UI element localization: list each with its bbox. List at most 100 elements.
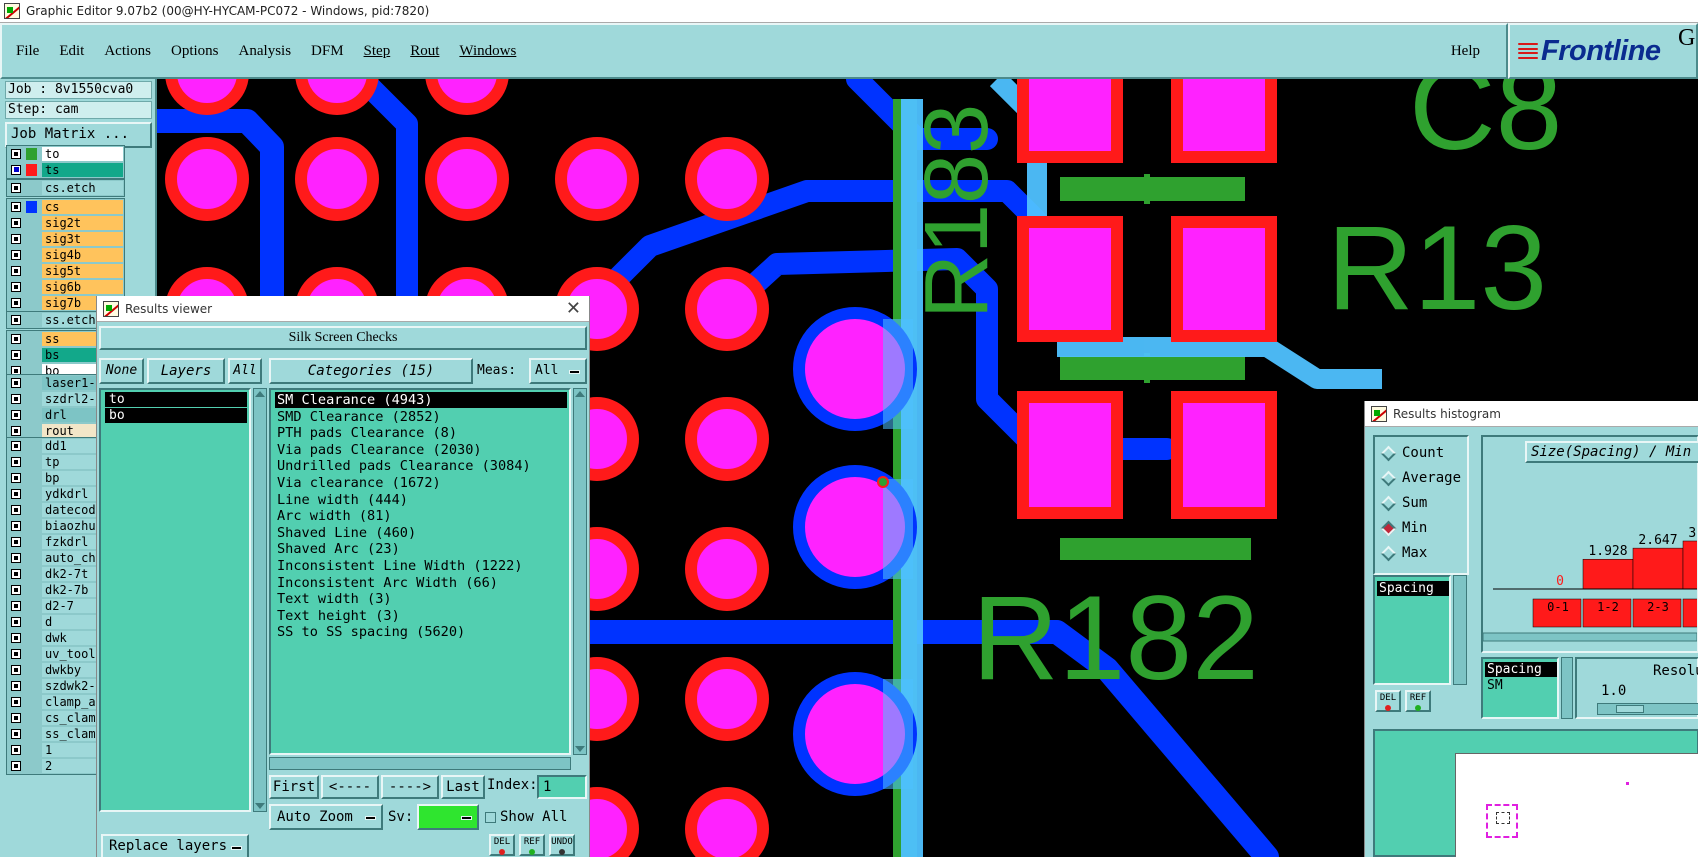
mini-map[interactable] — [1373, 729, 1698, 857]
menu-options[interactable]: Options — [161, 43, 229, 60]
all-layers-button[interactable]: All — [228, 358, 262, 384]
category-item[interactable]: Via pads Clearance (2030) — [275, 442, 567, 458]
categories-vscroll[interactable] — [573, 388, 587, 755]
category-item[interactable]: Text width (3) — [275, 591, 567, 607]
layer-checkbox[interactable] — [11, 282, 21, 292]
layer-name[interactable]: sig5t — [42, 264, 123, 278]
none-button[interactable]: None — [99, 358, 144, 384]
layer-checkbox[interactable] — [11, 378, 21, 388]
list-item[interactable]: Spacing — [1377, 581, 1449, 596]
category-item[interactable]: Via clearance (1672) — [275, 475, 567, 491]
first-button[interactable]: First — [269, 775, 319, 799]
list-item[interactable]: to — [105, 392, 247, 407]
layer-checkbox[interactable] — [11, 334, 21, 344]
menu-step[interactable]: Step — [354, 43, 401, 60]
layer-name[interactable]: sig2t — [42, 216, 123, 230]
histogram-bar[interactable] — [1682, 540, 1697, 590]
radio-icon[interactable] — [1380, 495, 1397, 511]
radio-icon[interactable] — [1380, 470, 1397, 486]
layers-button[interactable]: Layers — [147, 358, 225, 384]
mode-radio-min[interactable]: Min — [1380, 518, 1427, 538]
layer-checkbox[interactable] — [11, 426, 21, 436]
next-button[interactable]: ----> — [381, 775, 439, 799]
layer-checkbox[interactable] — [11, 183, 21, 193]
mode-radio-max[interactable]: Max — [1380, 543, 1427, 563]
layer-checkbox[interactable] — [11, 649, 21, 659]
layer-name[interactable]: sig3t — [42, 232, 123, 246]
slider-thumb[interactable] — [1616, 705, 1644, 713]
layer-checkbox[interactable] — [11, 394, 21, 404]
menu-file[interactable]: File — [2, 43, 49, 60]
layer-checkbox[interactable] — [11, 149, 21, 159]
refresh-button[interactable]: REF — [519, 834, 545, 856]
menu-edit[interactable]: Edit — [49, 43, 94, 60]
layer-checkbox[interactable] — [11, 234, 21, 244]
scroll-down-icon[interactable] — [575, 746, 585, 752]
list-item[interactable]: bo — [105, 408, 247, 423]
layer-name[interactable]: ts — [42, 163, 123, 177]
layer-checkbox[interactable] — [11, 350, 21, 360]
layer-checkbox[interactable] — [11, 521, 21, 531]
layer-row[interactable]: sig5t — [7, 263, 124, 279]
layer-checkbox[interactable] — [11, 410, 21, 420]
layer-checkbox[interactable] — [11, 441, 21, 451]
categories-list[interactable]: SM Clearance (4943) SMD Clearance (2852) P… — [269, 388, 571, 755]
layer-checkbox[interactable] — [11, 266, 21, 276]
layer-checkbox[interactable] — [11, 218, 21, 228]
resolution-list-scrollbar[interactable] — [1561, 657, 1573, 719]
severity-color-select[interactable] — [417, 804, 479, 830]
layer-row[interactable]: sig6b — [7, 279, 124, 295]
category-item[interactable]: Line width (444) — [275, 492, 567, 508]
categories-hscroll[interactable] — [269, 757, 571, 770]
layer-list-scrollbar[interactable] — [253, 388, 267, 812]
delete-button[interactable]: DEL — [489, 834, 515, 856]
category-item[interactable]: Inconsistent Arc Width (66) — [275, 575, 567, 591]
category-cell[interactable] — [1682, 598, 1697, 628]
radio-icon[interactable] — [1380, 520, 1397, 536]
category-item[interactable]: Inconsistent Line Width (1222) — [275, 558, 567, 574]
undo-button[interactable]: UNDO — [549, 834, 575, 856]
menu-rout[interactable]: Rout — [400, 43, 449, 60]
category-item[interactable]: Shaved Line (460) — [275, 525, 567, 541]
layer-checkbox[interactable] — [11, 713, 21, 723]
layer-name[interactable]: cs.etch — [42, 181, 123, 195]
list-item[interactable]: Spacing — [1485, 662, 1557, 677]
zoom-mode-select[interactable]: Auto Zoom — [269, 804, 383, 830]
histogram-title-bar[interactable]: Results histogram — [1365, 401, 1698, 427]
results-viewer-title-bar[interactable]: Results viewer ✕ — [97, 296, 589, 322]
category-item[interactable]: SMD Clearance (2852) — [275, 409, 567, 425]
layer-checkbox[interactable] — [11, 633, 21, 643]
last-button[interactable]: Last — [441, 775, 485, 799]
layer-name[interactable]: sig4b — [42, 248, 123, 262]
mode-radio-average[interactable]: Average — [1380, 468, 1461, 488]
layer-checkbox[interactable] — [11, 697, 21, 707]
layer-checkbox[interactable] — [11, 601, 21, 611]
radio-icon[interactable] — [1380, 545, 1397, 561]
results-layer-list[interactable]: to bo — [99, 388, 251, 812]
menu-help[interactable]: Help — [1441, 43, 1490, 60]
layer-checkbox[interactable] — [11, 761, 21, 771]
resolution-attribute-list[interactable]: Spacing SM — [1481, 657, 1559, 719]
mode-radio-count[interactable]: Count — [1380, 443, 1444, 463]
layer-checkbox[interactable] — [11, 537, 21, 547]
category-item[interactable]: Arc width (81) — [275, 508, 567, 524]
category-item[interactable]: Shaved Arc (23) — [275, 541, 567, 557]
replace-layers-select[interactable]: Replace layers — [101, 834, 249, 857]
layer-checkbox[interactable] — [11, 298, 21, 308]
mini-map-viewport[interactable] — [1496, 812, 1510, 824]
layer-checkbox[interactable] — [11, 489, 21, 499]
menu-actions[interactable]: Actions — [94, 43, 161, 60]
layer-row[interactable]: to — [7, 146, 124, 162]
layer-checkbox[interactable] — [11, 665, 21, 675]
layer-checkbox[interactable] — [11, 202, 21, 212]
layer-checkbox[interactable] — [11, 745, 21, 755]
radio-icon[interactable] — [1380, 445, 1397, 461]
list-item[interactable]: SM — [1485, 678, 1503, 693]
histogram-refresh-button[interactable]: REF — [1405, 690, 1431, 712]
layer-checkbox[interactable] — [11, 729, 21, 739]
window-title-bar[interactable]: Graphic Editor 9.07b2 (00@HY-HYCAM-PC072… — [0, 0, 1698, 23]
histogram-attribute-list[interactable]: Spacing — [1373, 575, 1451, 685]
layer-checkbox[interactable] — [11, 617, 21, 627]
menu-analysis[interactable]: Analysis — [229, 43, 302, 60]
category-item[interactable]: Undrilled pads Clearance (3084) — [275, 458, 567, 474]
